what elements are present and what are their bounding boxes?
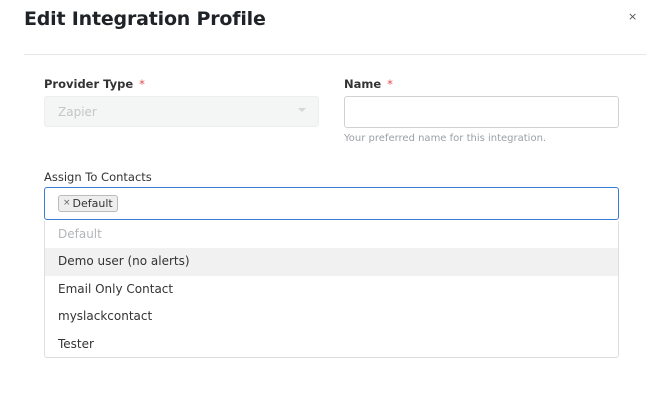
name-label-text: Name bbox=[344, 77, 382, 91]
assign-contacts-label: Assign To Contacts bbox=[44, 170, 152, 184]
option-email-only-contact[interactable]: Email Only Contact bbox=[45, 276, 618, 303]
name-help-text: Your preferred name for this integration… bbox=[344, 133, 547, 144]
chevron-down-icon bbox=[298, 108, 306, 112]
contacts-dropdown: Default Demo user (no alerts) Email Only… bbox=[44, 221, 619, 358]
selected-tag-default: × Default bbox=[58, 195, 118, 212]
provider-type-label: Provider Type * bbox=[44, 77, 145, 91]
name-input[interactable] bbox=[344, 96, 619, 128]
required-mark: * bbox=[139, 77, 145, 91]
assign-contacts-input[interactable]: × Default bbox=[44, 187, 619, 220]
option-tester[interactable]: Tester bbox=[45, 331, 618, 358]
provider-type-value: Zapier bbox=[58, 105, 97, 119]
provider-type-select: Zapier bbox=[44, 96, 319, 127]
option-default: Default bbox=[58, 227, 102, 241]
tag-label: Default bbox=[72, 197, 113, 210]
option-demo-user[interactable]: Demo user (no alerts) bbox=[45, 248, 618, 276]
option-myslackcontact[interactable]: myslackcontact bbox=[45, 303, 618, 330]
name-label: Name * bbox=[344, 77, 393, 91]
provider-type-label-text: Provider Type bbox=[44, 77, 134, 91]
header-divider bbox=[24, 54, 646, 55]
close-icon[interactable]: × bbox=[628, 10, 637, 23]
page-title: Edit Integration Profile bbox=[24, 8, 266, 30]
required-mark: * bbox=[387, 77, 393, 91]
tag-remove-icon[interactable]: × bbox=[63, 196, 71, 211]
